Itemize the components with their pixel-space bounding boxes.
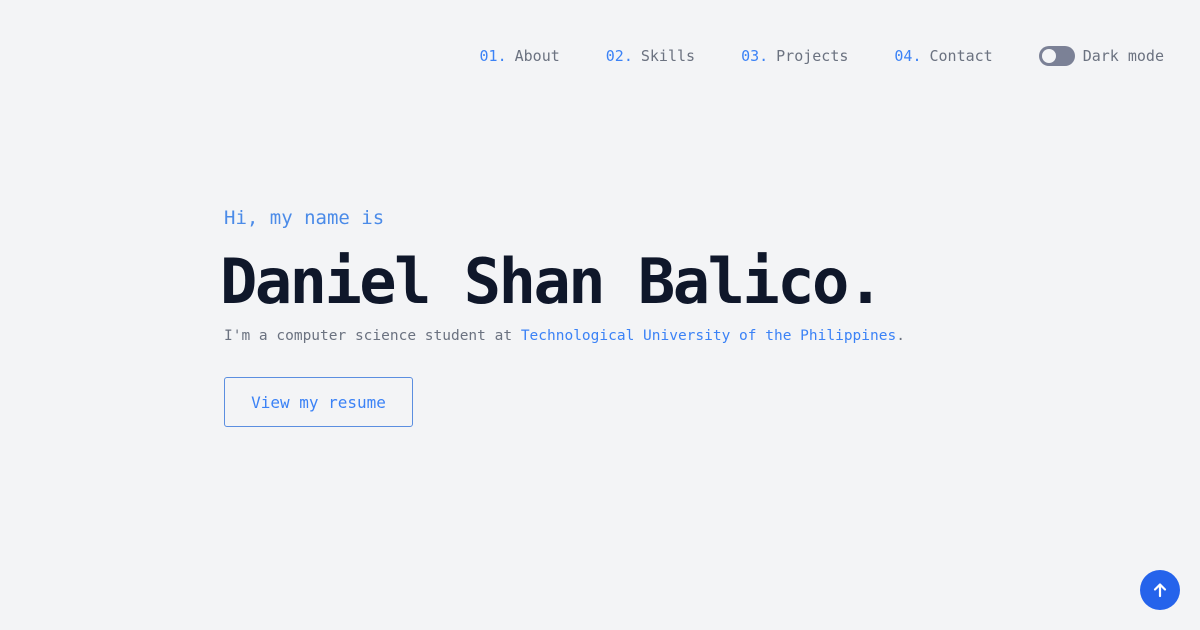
- nav-item-contact[interactable]: 04. Contact: [894, 47, 992, 65]
- nav-item-number: 04.: [894, 47, 922, 65]
- nav-item-number: 01.: [479, 47, 507, 65]
- view-resume-button[interactable]: View my resume: [224, 377, 413, 427]
- main-nav: 01. About 02. Skills 03. Projects 04. Co…: [480, 45, 1164, 67]
- nav-item-label: Contact: [929, 47, 993, 65]
- nav-item-number: 03.: [741, 47, 769, 65]
- hero-name: Daniel Shan Balico.: [220, 245, 884, 318]
- dark-mode-toggle[interactable]: [1038, 46, 1075, 66]
- university-link[interactable]: Technological University of the Philippi…: [521, 328, 896, 344]
- toggle-knob: [1041, 49, 1056, 63]
- nav-item-projects[interactable]: 03. Projects: [741, 47, 848, 65]
- nav-item-label: Projects: [776, 47, 849, 65]
- nav-item-skills[interactable]: 02. Skills: [606, 47, 695, 65]
- hero-tagline: I'm a computer science student at Techno…: [224, 328, 905, 344]
- dark-mode-control: Dark mode: [1038, 46, 1164, 66]
- nav-item-label: Skills: [640, 47, 696, 65]
- tagline-period: .: [896, 328, 905, 344]
- hero-section: Hi, my name is Daniel Shan Balico. I'm a…: [220, 204, 905, 427]
- hero-greeting: Hi, my name is: [224, 207, 385, 229]
- scroll-to-top-button[interactable]: [1140, 570, 1180, 610]
- arrow-up-icon: [1153, 583, 1167, 598]
- nav-item-number: 02.: [605, 47, 633, 65]
- dark-mode-label: Dark mode: [1082, 47, 1164, 65]
- tagline-text: I'm a computer science student at: [224, 328, 521, 344]
- nav-item-label: About: [514, 47, 560, 65]
- nav-item-about[interactable]: 01. About: [480, 47, 560, 65]
